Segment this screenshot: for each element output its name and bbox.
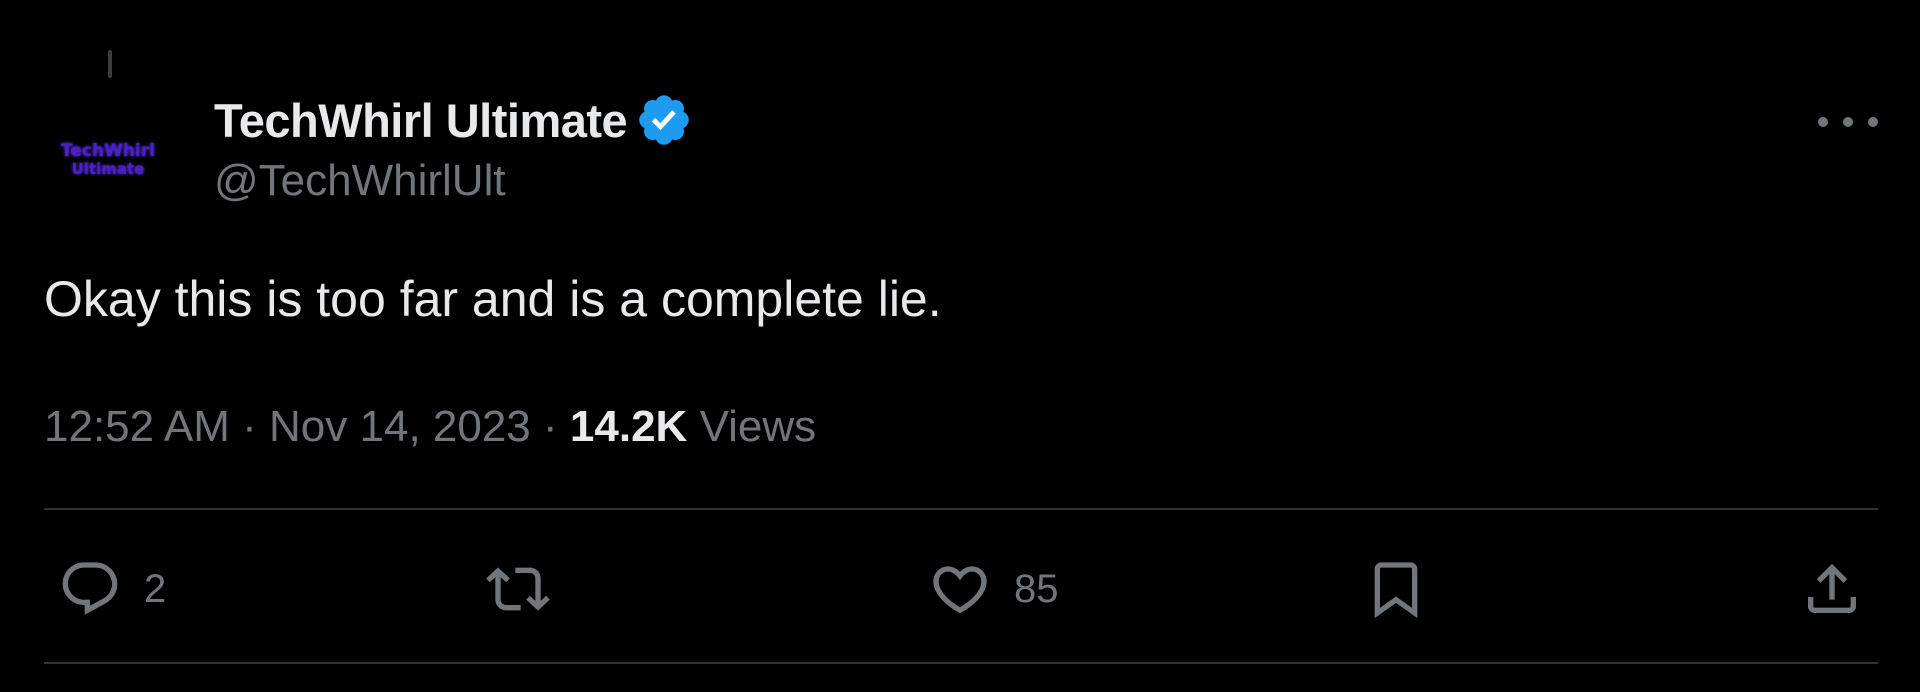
divider xyxy=(44,662,1878,664)
post-text: Okay this is too far and is a complete l… xyxy=(44,271,942,327)
post-meta: 12:52 AM · Nov 14, 2023 · 14.2K Views xyxy=(44,402,816,452)
bookmark-icon xyxy=(1374,562,1418,619)
share-button[interactable] xyxy=(1800,554,1864,624)
reply-button[interactable]: 2 xyxy=(58,554,166,624)
repost-button[interactable] xyxy=(486,554,572,624)
divider xyxy=(44,508,1878,510)
avatar[interactable]: TechWhirl Ultimate xyxy=(38,112,178,208)
more-horizontal-icon xyxy=(1868,117,1878,127)
heart-icon xyxy=(933,566,987,614)
avatar-text-line1: TechWhirl xyxy=(61,141,155,161)
avatar-text-line2: Ultimate xyxy=(71,160,145,178)
post-date[interactable]: Nov 14, 2023 xyxy=(269,402,531,451)
repost-icon xyxy=(486,567,550,611)
views-count: 14.2K xyxy=(569,402,688,451)
share-icon xyxy=(1808,563,1856,613)
author-display-name[interactable]: TechWhirl Ultimate xyxy=(214,93,628,148)
author-name-row: TechWhirl Ultimate xyxy=(214,92,693,148)
reply-count: 2 xyxy=(144,566,167,611)
more-options-button[interactable] xyxy=(1818,106,1878,138)
views-label: Views xyxy=(699,402,817,451)
more-horizontal-icon xyxy=(1843,117,1853,127)
bookmark-button[interactable] xyxy=(1364,554,1428,624)
thread-connector-line xyxy=(108,50,112,78)
meta-separator: · xyxy=(242,402,257,451)
verified-badge-icon[interactable] xyxy=(635,91,693,149)
post-time[interactable]: 12:52 AM xyxy=(44,402,230,451)
like-button[interactable]: 85 xyxy=(928,554,1059,624)
author-handle[interactable]: @TechWhirlUlt xyxy=(214,156,693,206)
post-header: TechWhirl Ultimate @TechWhirlUlt xyxy=(214,92,693,206)
reply-icon xyxy=(62,562,118,615)
like-count: 85 xyxy=(1014,566,1059,611)
more-horizontal-icon xyxy=(1818,117,1828,127)
meta-separator: · xyxy=(543,402,558,451)
